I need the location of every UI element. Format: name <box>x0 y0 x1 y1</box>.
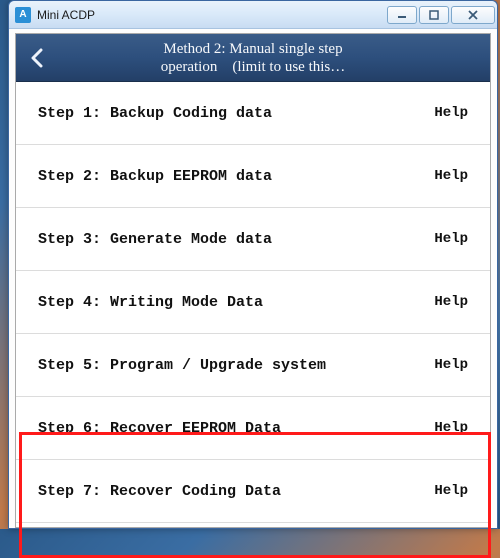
page-title-line1: Method 2: Manual single step <box>163 41 342 57</box>
titlebar: A Mini ACDP <box>9 1 497 29</box>
step-row[interactable]: Step 6: Recover EEPROM Data Help <box>16 397 490 460</box>
help-button[interactable]: Help <box>434 483 468 499</box>
window-title: Mini ACDP <box>37 8 95 22</box>
back-button[interactable] <box>16 34 58 81</box>
step-label: Step 3: Generate Mode data <box>38 231 272 248</box>
app-icon: A <box>15 7 31 23</box>
help-button[interactable]: Help <box>434 357 468 373</box>
step-label: Step 6: Recover EEPROM Data <box>38 420 281 437</box>
steps-list: Step 1: Backup Coding data Help Step 2: … <box>16 82 490 523</box>
step-label: Step 5: Program / Upgrade system <box>38 357 326 374</box>
help-button[interactable]: Help <box>434 294 468 310</box>
step-label: Step 4: Writing Mode Data <box>38 294 263 311</box>
app-frame: Method 2: Manual single step operation (… <box>15 33 491 528</box>
minimize-button[interactable] <box>387 6 417 24</box>
step-row[interactable]: Step 4: Writing Mode Data Help <box>16 271 490 334</box>
help-button[interactable]: Help <box>434 231 468 247</box>
maximize-button[interactable] <box>419 6 449 24</box>
close-button[interactable] <box>451 6 495 24</box>
title-left: A Mini ACDP <box>15 7 95 23</box>
step-row[interactable]: Step 1: Backup Coding data Help <box>16 82 490 145</box>
help-button[interactable]: Help <box>434 420 468 436</box>
window-controls <box>387 6 495 24</box>
step-label: Step 2: Backup EEPROM data <box>38 168 272 185</box>
os-window: A Mini ACDP Method 2: Manual single step… <box>8 0 498 529</box>
page-title-line2: operation (limit to use this… <box>161 59 346 75</box>
step-row[interactable]: Step 5: Program / Upgrade system Help <box>16 334 490 397</box>
help-button[interactable]: Help <box>434 168 468 184</box>
step-row[interactable]: Step 3: Generate Mode data Help <box>16 208 490 271</box>
step-row[interactable]: Step 2: Backup EEPROM data Help <box>16 145 490 208</box>
page-title: Method 2: Manual single step operation (… <box>58 40 490 76</box>
step-row[interactable]: Step 7: Recover Coding Data Help <box>16 460 490 523</box>
step-label: Step 1: Backup Coding data <box>38 105 272 122</box>
app-header: Method 2: Manual single step operation (… <box>16 34 490 82</box>
step-label: Step 7: Recover Coding Data <box>38 483 281 500</box>
help-button[interactable]: Help <box>434 105 468 121</box>
